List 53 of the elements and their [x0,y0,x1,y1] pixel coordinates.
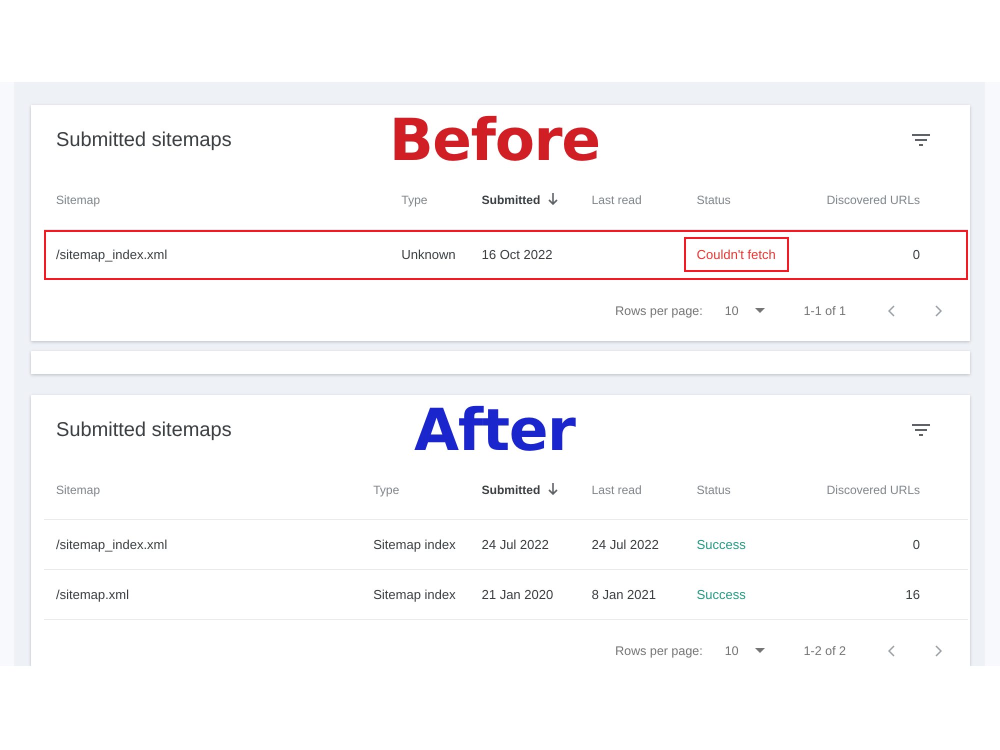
caret-icon [754,648,765,653]
arrow-down-icon [548,482,558,494]
column-header[interactable]: Discovered URLs [826,170,968,230]
card-title: Submitted sitemaps [56,418,232,442]
table-cell: 24 Jul 2022 [482,520,592,570]
column-header[interactable]: Type [373,460,482,520]
annotation-text: Before [389,111,600,169]
table-cell: Sitemap index [373,520,482,570]
column-header[interactable]: Status [696,170,827,230]
column-header[interactable]: Status [696,460,827,520]
card-title: Submitted sitemaps [56,128,232,152]
table-cell: /sitemap_index.xml [44,520,374,570]
previous-page-button[interactable] [888,644,895,656]
column-header[interactable]: Submitted [482,460,592,520]
chevron-left-icon [888,644,895,656]
table-cell: 0 [826,230,968,280]
table-cell: Sitemap index [373,570,482,620]
status-label: Success [696,587,746,602]
rows-per-page-select[interactable]: 10 [724,304,765,318]
filter-icon[interactable] [912,424,930,436]
column-header[interactable]: Last read [592,170,697,230]
table-cell: 16 [826,570,968,620]
table-cell: /sitemap_index.xml [44,230,402,280]
table-cell: 8 Jan 2021 [592,570,697,620]
status-label: Couldn't fetch [684,237,789,272]
previous-page-button[interactable] [888,304,895,316]
table-cell: 16 Oct 2022 [482,230,592,280]
rows-per-page-select[interactable]: 10 [724,644,765,658]
table-cell: /sitemap.xml [44,570,374,620]
column-header[interactable]: Sitemap [44,170,402,230]
table-cell: 21 Jan 2020 [482,570,592,620]
arrow-down-icon [548,192,558,204]
column-header[interactable]: Submitted [482,170,592,230]
rows-per-page-label: Rows per page: [615,304,703,318]
status-label: Success [696,537,746,552]
chevron-left-icon [888,304,895,316]
page-range-text: 1-1 of 1 [804,304,846,318]
table-cell: Unknown [401,230,482,280]
column-header[interactable]: Last read [592,460,697,520]
filter-icon[interactable] [912,134,930,146]
next-page-button[interactable] [935,644,942,656]
chevron-right-icon [935,304,942,316]
next-page-button[interactable] [935,304,942,316]
page-range-text: 1-2 of 2 [804,644,846,658]
column-header[interactable]: Discovered URLs [826,460,968,520]
caret-icon [754,308,765,313]
table-cell: 24 Jul 2022 [592,520,697,570]
rows-per-page-label: Rows per page: [615,644,703,658]
annotation-text: After [414,401,575,459]
chevron-right-icon [935,644,942,656]
column-header[interactable]: Type [401,170,482,230]
column-header[interactable]: Sitemap [44,460,374,520]
table-cell: 0 [826,520,968,570]
